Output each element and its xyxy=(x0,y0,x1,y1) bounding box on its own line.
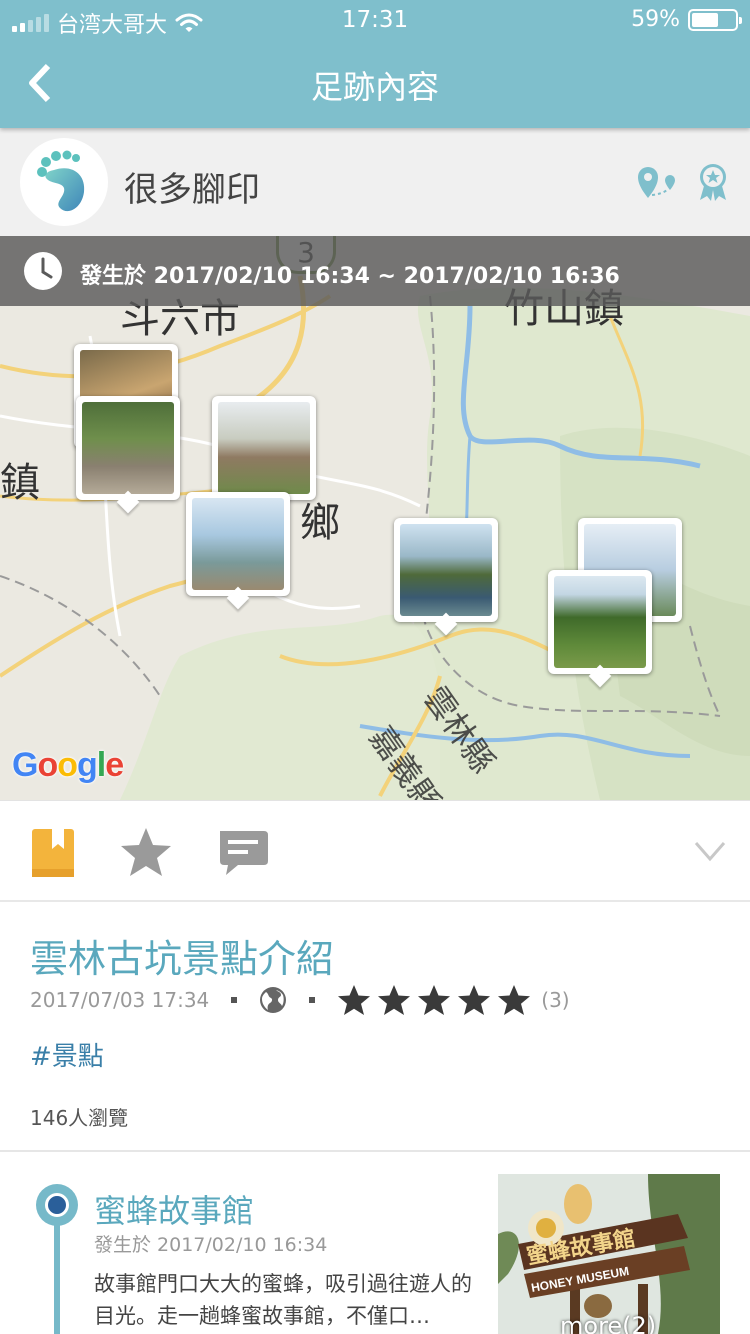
footprint-logo-icon xyxy=(37,150,85,212)
honey-museum-photo: 蜜蜂故事館 HONEY MUSEUM xyxy=(498,1174,720,1334)
spot-photo[interactable]: 蜜蜂故事館 HONEY MUSEUM more(2) xyxy=(498,1174,720,1334)
google-logo: Google xyxy=(12,746,124,784)
globe-icon xyxy=(260,987,287,1013)
rating-stars xyxy=(337,984,531,1016)
photo-marker-statue[interactable] xyxy=(186,492,290,610)
rating-star-icon xyxy=(458,985,491,1015)
spot-description: 故事館門口大大的蜜蜂，吸引過往遊人的目光。走一趟蜂蜜故事館，不僅口… xyxy=(94,1272,472,1328)
meta-separator xyxy=(309,997,316,1003)
avatar[interactable] xyxy=(20,138,108,226)
article-meta: 2017/07/03 17:34 (3) xyxy=(30,984,570,1016)
article-date: 2017/07/03 17:34 xyxy=(30,988,210,1012)
award-icon[interactable] xyxy=(696,162,730,202)
star-icon[interactable] xyxy=(118,825,174,881)
time-range-text: 發生於 2017/02/10 16:34 ~ 2017/02/10 16:36 xyxy=(80,264,620,289)
comment-icon[interactable] xyxy=(214,825,270,881)
battery-info: 59% xyxy=(631,7,742,32)
photo-marker-tree-road[interactable] xyxy=(76,396,180,514)
spot-time: 發生於 2017/02/10 16:34 xyxy=(94,1234,328,1256)
clock-icon xyxy=(24,252,62,290)
map-label-zhen: 鎮 xyxy=(0,460,40,506)
page-title: 足跡內容 xyxy=(310,68,439,106)
photo-marker-river[interactable] xyxy=(394,518,498,636)
rating-count: (3) xyxy=(541,988,570,1012)
chevron-down-icon[interactable] xyxy=(682,831,738,887)
more-photos-link[interactable]: more(2) xyxy=(560,1312,656,1334)
author-header: 很多腳印 xyxy=(0,128,750,236)
view-count: 146人瀏覽 xyxy=(30,1106,129,1130)
meta-separator xyxy=(231,997,238,1003)
photo-marker-mountain[interactable] xyxy=(548,570,652,688)
rating-star-icon xyxy=(378,985,411,1015)
time-range-banner: 發生於 2017/02/10 16:34 ~ 2017/02/10 16:36 xyxy=(0,236,750,306)
rating-star-icon xyxy=(498,985,531,1015)
top-bar: 台湾大哥大 17:31 59% 足跡內容 xyxy=(0,0,750,128)
rating-star-icon xyxy=(418,985,451,1015)
article-tag[interactable]: #景點 xyxy=(30,1036,104,1073)
map-pin-icon[interactable] xyxy=(634,164,682,200)
spot-card[interactable]: 蜜蜂故事館 發生於 2017/02/10 16:34 故事館門口大大的蜜蜂，吸引… xyxy=(0,1152,750,1334)
footprint-map[interactable]: 3 斗六市 竹山鎮 鎮 鄉 雲林縣 嘉義縣 Google 發生於 2017/02… xyxy=(0,236,750,800)
battery-icon xyxy=(688,8,742,31)
author-name: 很多腳印 xyxy=(124,170,260,210)
rating-star-icon xyxy=(338,985,371,1015)
article-info: 雲林古坑景點介紹 2017/07/03 17:34 (3) #景點 146人瀏覽 xyxy=(0,904,750,1152)
battery-percent: 59% xyxy=(631,7,680,32)
spot-title[interactable]: 蜜蜂故事館 xyxy=(94,1186,254,1232)
status-bar: 台湾大哥大 17:31 59% xyxy=(0,0,750,40)
bookmark-book-icon[interactable] xyxy=(26,825,82,881)
timeline-dot-icon xyxy=(36,1184,78,1226)
photo-marker-ruins[interactable] xyxy=(212,396,316,500)
article-title: 雲林古坑景點介紹 xyxy=(30,937,335,981)
content-tabs xyxy=(0,800,750,902)
